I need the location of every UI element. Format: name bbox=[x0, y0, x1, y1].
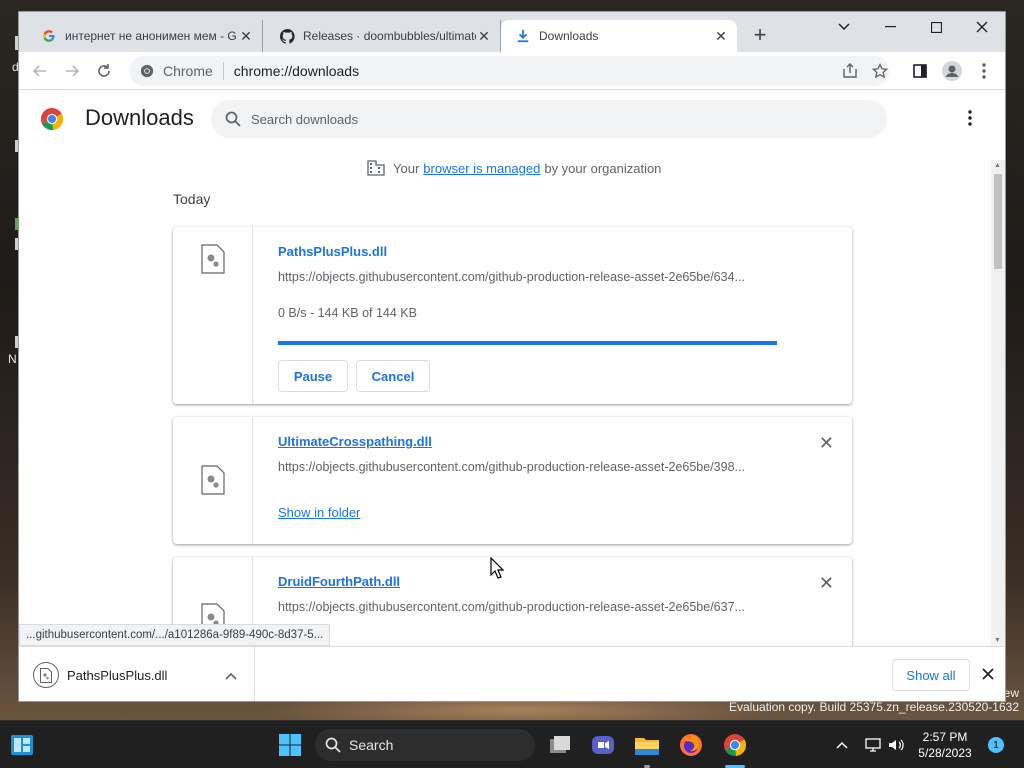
chrome-site-icon bbox=[139, 63, 155, 79]
dll-file-icon bbox=[201, 465, 225, 495]
page-title: Downloads bbox=[85, 105, 194, 130]
download-progress-bar bbox=[278, 341, 777, 345]
address-bar[interactable]: Chrome chrome://downloads bbox=[129, 56, 889, 86]
download-shelf: PathsPlusPlus.dll Show all bbox=[19, 646, 1005, 701]
page-menu-icon[interactable] bbox=[968, 110, 972, 131]
clock-time: 2:57 PM bbox=[922, 730, 968, 744]
close-tab-icon[interactable]: ✕ bbox=[476, 28, 492, 44]
taskbar-search[interactable]: Search bbox=[315, 729, 535, 761]
chrome-logo-icon bbox=[40, 107, 64, 136]
download-url: https://objects.githubusercontent.com/gi… bbox=[278, 460, 745, 474]
download-icon bbox=[515, 28, 531, 44]
show-in-folder-link[interactable]: Show in folder bbox=[278, 505, 360, 520]
reload-icon[interactable] bbox=[91, 58, 117, 84]
chrome-menu-icon[interactable] bbox=[971, 58, 997, 84]
minimize-button[interactable] bbox=[867, 12, 913, 42]
profile-avatar-icon[interactable] bbox=[939, 58, 965, 84]
download-progress-fill bbox=[278, 341, 777, 345]
shelf-filename: PathsPlusPlus.dll bbox=[67, 667, 168, 683]
download-item-complete: UltimateCrosspathing.dll ✕ https://objec… bbox=[173, 417, 852, 544]
tab-downloads[interactable]: Downloads ✕ bbox=[501, 20, 737, 52]
search-downloads-box[interactable] bbox=[211, 100, 887, 138]
bookmark-star-icon[interactable] bbox=[867, 58, 893, 84]
download-url: https://objects.githubusercontent.com/gi… bbox=[278, 600, 745, 614]
browser-toolbar: Chrome chrome://downloads bbox=[19, 52, 1005, 90]
teams-chat-icon[interactable] bbox=[589, 731, 617, 759]
omnibox-divider bbox=[222, 62, 224, 80]
scroll-up-icon[interactable]: ▲ bbox=[994, 162, 1001, 169]
file-explorer-icon[interactable] bbox=[633, 731, 661, 759]
start-icon[interactable] bbox=[276, 731, 304, 759]
scrollbar-thumb[interactable] bbox=[994, 174, 1002, 269]
mouse-cursor-icon bbox=[490, 556, 505, 584]
remove-item-icon[interactable]: ✕ bbox=[819, 433, 834, 454]
dll-file-icon bbox=[201, 244, 225, 274]
back-icon[interactable] bbox=[27, 58, 53, 84]
task-view-icon[interactable] bbox=[546, 731, 574, 759]
tab-strip: интернет не анонимен мем - G ✕ Releases … bbox=[19, 12, 1005, 52]
chevron-up-icon[interactable] bbox=[828, 731, 856, 759]
scroll-down-icon[interactable]: ▼ bbox=[994, 637, 1001, 644]
download-item-in-progress: PathsPlusPlus.dll https://objects.github… bbox=[173, 227, 852, 404]
shelf-download-item[interactable]: PathsPlusPlus.dll bbox=[19, 647, 255, 701]
maximize-button[interactable] bbox=[913, 12, 959, 42]
download-filename[interactable]: PathsPlusPlus.dll bbox=[278, 244, 387, 259]
search-icon bbox=[225, 111, 241, 127]
desktop-text-fragment: N bbox=[8, 352, 17, 366]
taskbar-search-label: Search bbox=[349, 737, 394, 753]
downloads-header: Downloads bbox=[19, 90, 1005, 148]
managed-suffix: by your organization bbox=[544, 160, 662, 176]
share-icon[interactable] bbox=[837, 58, 863, 84]
close-tab-icon[interactable]: ✕ bbox=[713, 28, 729, 44]
search-downloads-input[interactable] bbox=[251, 111, 811, 127]
page-scrollbar[interactable]: ▲ ▼ bbox=[991, 160, 1005, 646]
dll-file-icon bbox=[33, 662, 59, 688]
download-filename[interactable]: DruidFourthPath.dll bbox=[278, 574, 400, 589]
notification-badge[interactable]: 1 bbox=[988, 737, 1004, 753]
close-shelf-icon[interactable] bbox=[982, 667, 994, 685]
forward-icon[interactable] bbox=[59, 58, 85, 84]
cancel-button[interactable]: Cancel bbox=[356, 360, 430, 392]
tab-google-search[interactable]: интернет не анонимен мем - G ✕ bbox=[27, 20, 263, 52]
search-icon bbox=[325, 737, 341, 753]
pause-button[interactable]: Pause bbox=[278, 360, 348, 392]
close-window-button[interactable] bbox=[959, 12, 1005, 42]
managed-notice: Your browser is managed by your organiza… bbox=[367, 160, 661, 176]
firefox-icon[interactable] bbox=[677, 731, 705, 759]
remove-item-icon[interactable]: ✕ bbox=[819, 573, 834, 594]
download-url: https://objects.githubusercontent.com/gi… bbox=[278, 270, 745, 284]
download-filename[interactable]: UltimateCrosspathing.dll bbox=[278, 434, 432, 449]
new-tab-button[interactable]: + bbox=[750, 24, 770, 46]
widgets-icon[interactable] bbox=[8, 731, 36, 759]
clock-date: 5/28/2023 bbox=[918, 746, 972, 760]
url-text: chrome://downloads bbox=[233, 63, 360, 79]
managed-prefix: Your bbox=[393, 160, 420, 176]
taskbar-clock[interactable]: 2:57 PM 5/28/2023 bbox=[905, 729, 985, 761]
side-panel-icon[interactable] bbox=[907, 58, 933, 84]
site-label: Chrome bbox=[163, 63, 213, 79]
tab-title: интернет не анонимен мем - G bbox=[65, 29, 237, 43]
chrome-taskbar-icon[interactable] bbox=[721, 731, 749, 759]
download-status: 0 B/s - 144 KB of 144 KB bbox=[278, 306, 417, 320]
building-icon bbox=[367, 160, 385, 176]
chevron-up-icon[interactable] bbox=[225, 667, 237, 685]
show-all-button[interactable]: Show all bbox=[892, 659, 970, 691]
link-status-bubble: ...githubusercontent.com/.../a101286a-9f… bbox=[19, 624, 331, 646]
windows-taskbar: Search 2:57 PM 5/28/2023 1 bbox=[0, 720, 1024, 768]
tab-title: Downloads bbox=[539, 29, 599, 43]
downloads-page: Downloads Your browser is managed by you… bbox=[19, 90, 1005, 646]
date-section-heading: Today bbox=[173, 191, 211, 207]
tab-title: Releases · doombubbles/ultimate bbox=[303, 29, 476, 43]
chrome-window: интернет не анонимен мем - G ✕ Releases … bbox=[18, 11, 1006, 702]
browser-managed-link[interactable]: browser is managed bbox=[423, 161, 540, 176]
tab-github-releases[interactable]: Releases · doombubbles/ultimate ✕ bbox=[265, 20, 501, 52]
watermark-line2: Evaluation copy. Build 25375.zn_release.… bbox=[729, 700, 1019, 714]
google-icon bbox=[41, 28, 57, 44]
close-tab-icon[interactable]: ✕ bbox=[238, 28, 254, 44]
tab-search-icon[interactable] bbox=[821, 12, 867, 42]
github-icon bbox=[279, 28, 295, 44]
